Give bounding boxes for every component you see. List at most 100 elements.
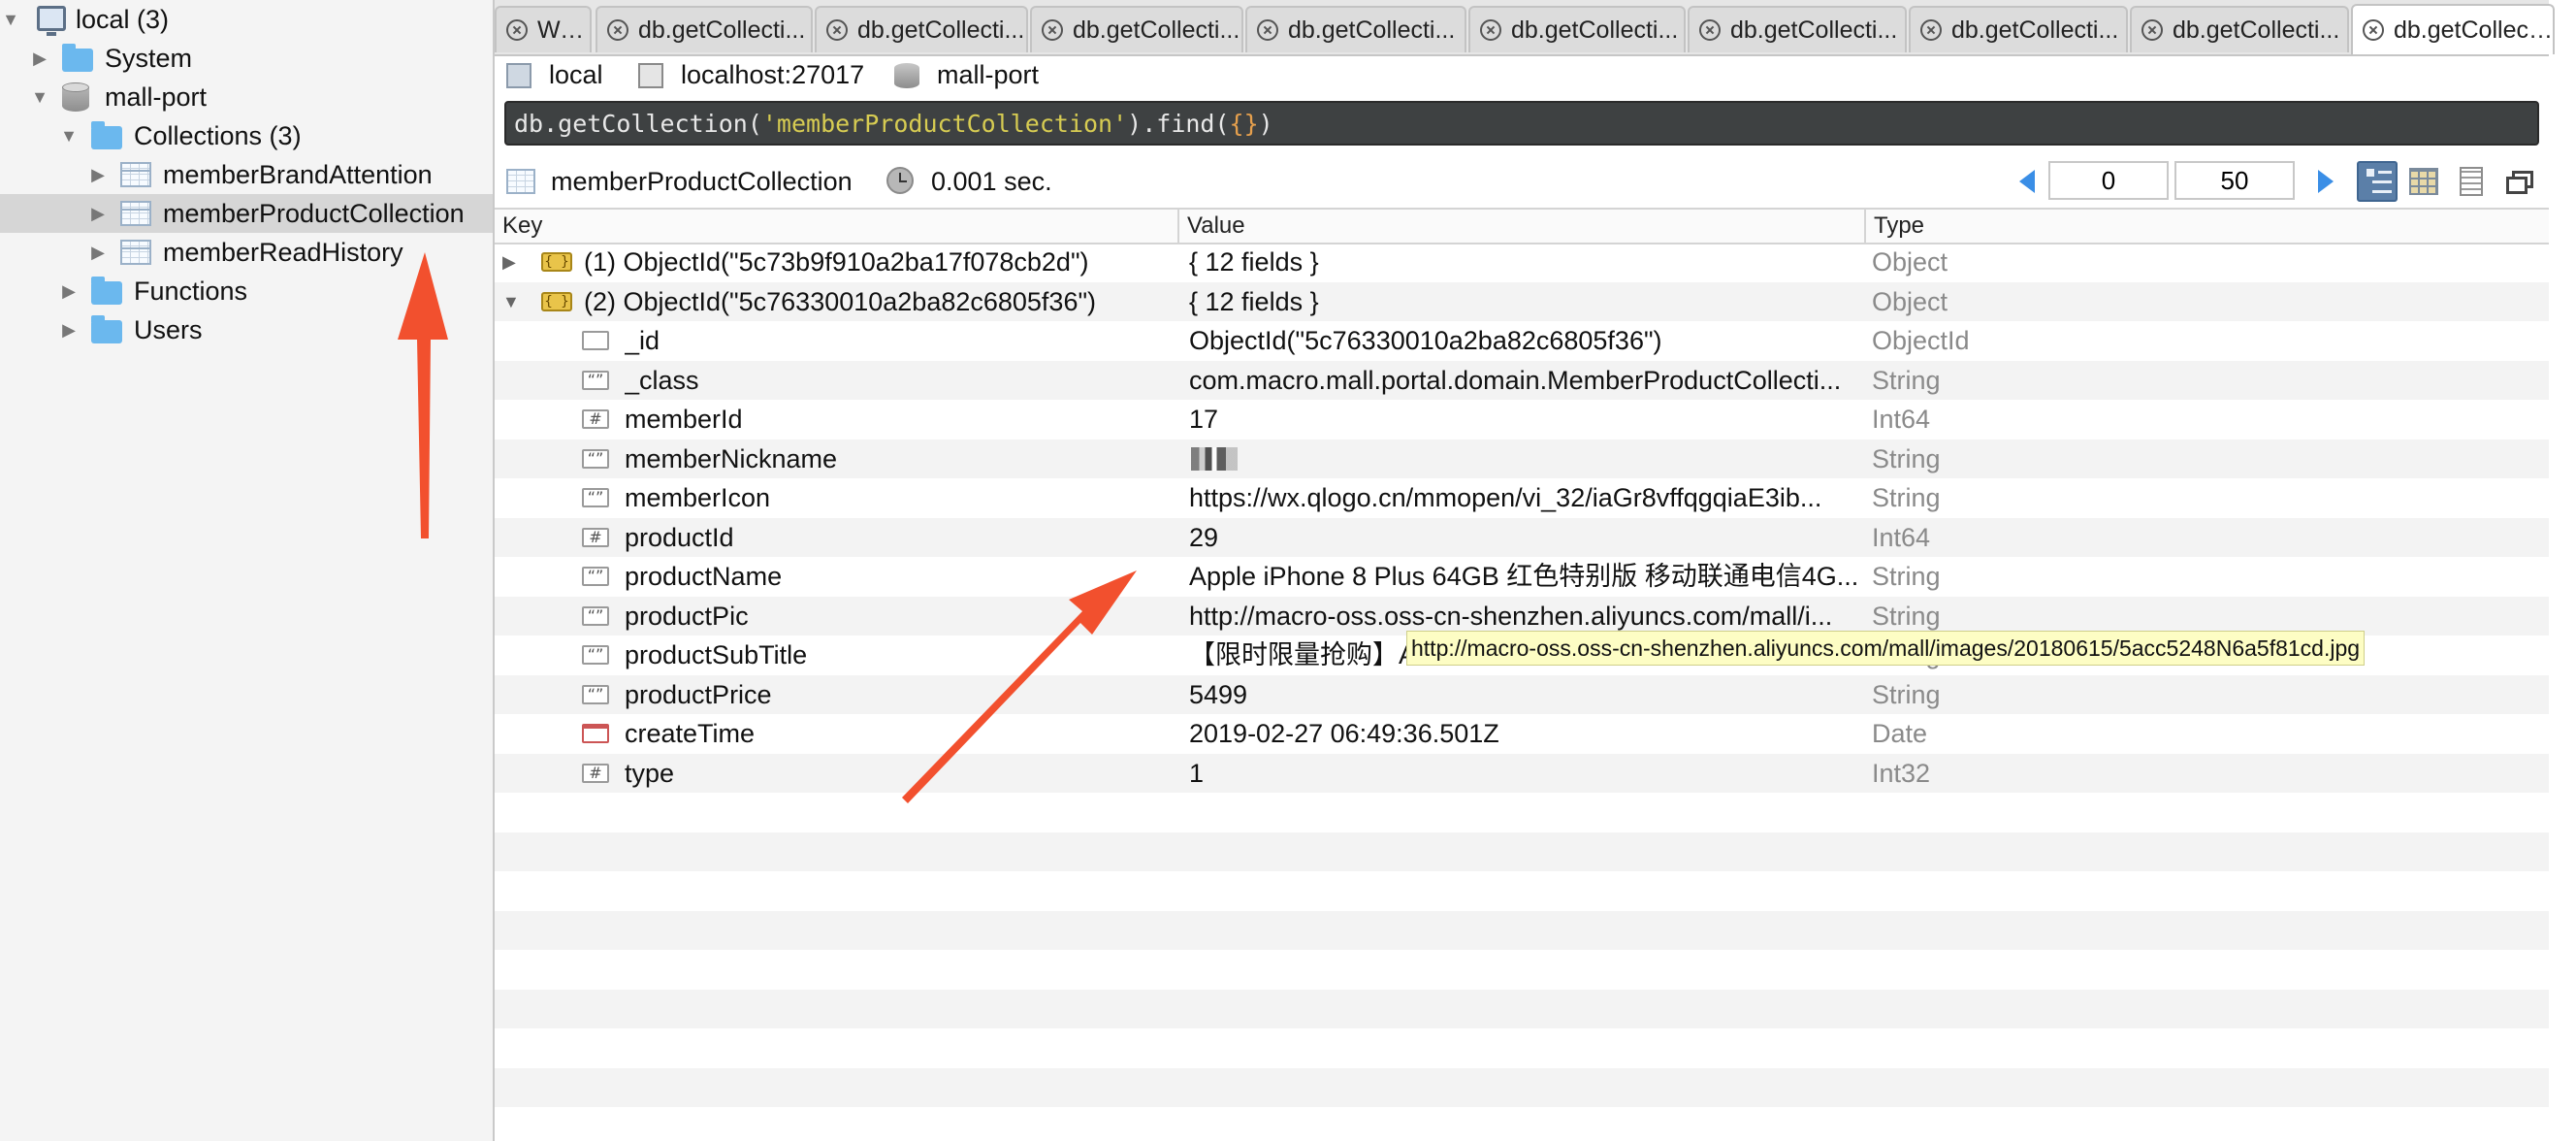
tab-query[interactable]: db.getCollecti...	[596, 6, 813, 52]
tab-query[interactable]: db.getCollecti...	[1909, 6, 2128, 52]
tab-welcome[interactable]: Wel...	[495, 6, 592, 52]
disclosure-closed-icon[interactable]: ▶	[89, 243, 107, 262]
type-cell: String	[1872, 443, 1941, 473]
tree-item-label: local (3)	[76, 4, 170, 34]
skip-input[interactable]	[2048, 161, 2169, 200]
tree-item-collections[interactable]: ▼ Collections (3)	[0, 116, 493, 155]
close-icon[interactable]	[2363, 19, 2384, 41]
close-icon[interactable]	[607, 19, 628, 41]
previous-page-icon[interactable]	[2019, 170, 2035, 193]
table-row[interactable]: _id ObjectId("5c76330010a2ba82c6805f36") O…	[495, 321, 2549, 360]
collection-icon	[120, 162, 151, 187]
value-cell[interactable]: { 12 fields }	[1189, 282, 1860, 321]
computer-icon	[37, 6, 66, 36]
close-icon[interactable]	[506, 19, 528, 41]
tab-label: db.getCollecti...	[857, 16, 1025, 44]
database-name: mall-port	[894, 60, 1039, 90]
type-cell: String	[1872, 562, 1941, 591]
tab-query[interactable]: db.getCollecti...	[2130, 6, 2349, 52]
disclosure-closed-icon[interactable]: ▶	[60, 320, 78, 340]
close-icon[interactable]	[1480, 19, 1501, 41]
tree-item-functions[interactable]: ▶ Functions	[0, 272, 493, 310]
table-row[interactable]: # productId 29 Int64	[495, 517, 2549, 557]
tree-item-memberbrandattention[interactable]: ▶ memberBrandAttention	[0, 155, 493, 194]
limit-input[interactable]	[2174, 161, 2295, 200]
value-cell[interactable]: Apple iPhone 8 Plus 64GB 红色特别版 移动联通电信4G.…	[1189, 557, 1860, 596]
tab-label: db.getCollecti...	[1951, 16, 2119, 44]
tab-query-active[interactable]: db.getCollecti...	[2351, 4, 2555, 54]
table-row[interactable]: # memberId 17 Int64	[495, 400, 2549, 439]
query-editor[interactable]: db.getCollection('memberProductCollectio…	[504, 101, 2539, 146]
disclosure-closed-icon[interactable]: ▶	[89, 204, 107, 223]
table-row[interactable]: “” productPrice 5499 String	[495, 674, 2549, 714]
string-icon: “”	[582, 605, 609, 626]
tree-item-memberreadhistory[interactable]: ▶ memberReadHistory	[0, 233, 493, 272]
tab-label: db.getCollecti...	[1288, 16, 1456, 44]
tree-view-button[interactable]	[2357, 161, 2398, 202]
table-row[interactable]: “” productPic http://macro-oss.oss-cn-shen…	[495, 596, 2549, 636]
disclosure-closed-icon[interactable]: ▶	[60, 281, 78, 301]
close-icon[interactable]	[1699, 19, 1721, 41]
tab-query[interactable]: db.getCollecti...	[815, 6, 1028, 52]
sidebar-tree: ▼ local (3) ▶ System ▼ mall-port ▼ Colle…	[0, 0, 495, 1141]
result-collection-name: memberProductCollection	[551, 167, 853, 196]
tab-query[interactable]: db.getCollecti...	[1468, 6, 1686, 52]
tree-item-users[interactable]: ▶ Users	[0, 310, 493, 349]
disclosure-open-icon[interactable]: ▼	[2, 10, 19, 29]
table-row[interactable]: # type 1 Int32	[495, 753, 2549, 793]
value-cell[interactable]: 2019-02-27 06:49:36.501Z	[1189, 714, 1860, 753]
folder-icon	[91, 277, 122, 305]
date-icon	[582, 724, 609, 743]
close-icon[interactable]	[1920, 19, 1942, 41]
close-icon[interactable]	[1257, 19, 1278, 41]
disclosure-open-icon[interactable]: ▼	[502, 282, 520, 321]
disclosure-open-icon[interactable]: ▼	[31, 87, 48, 107]
key-cell: productSubTitle	[625, 640, 808, 669]
tab-query[interactable]: db.getCollecti...	[1030, 6, 1243, 52]
table-row[interactable]: ▼ { } (2) ObjectId("5c76330010a2ba82c6805f…	[495, 281, 2549, 321]
grid-body: ▶ { } (1) ObjectId("5c73b9f910a2ba17f078cb…	[495, 243, 2549, 1141]
tree-item-local[interactable]: ▼ local (3)	[0, 0, 493, 39]
value-cell[interactable]: 29	[1189, 518, 1860, 557]
object-icon: { }	[541, 291, 572, 311]
tree-item-memberproductcollection[interactable]: ▶ memberProductCollection	[0, 194, 493, 233]
column-header-key[interactable]: Key	[495, 210, 1179, 243]
table-row[interactable]: “” memberNickname String	[495, 439, 2549, 478]
table-row[interactable]: ▶ { } (1) ObjectId("5c73b9f910a2ba17f078cb…	[495, 243, 2549, 281]
value-cell[interactable]: com.macro.mall.portal.domain.MemberProdu…	[1189, 361, 1860, 400]
empty-row	[495, 831, 2549, 871]
value-cell[interactable]: 17	[1189, 400, 1860, 439]
tree-item-mall-port[interactable]: ▼ mall-port	[0, 78, 493, 116]
column-header-type[interactable]: Type	[1866, 210, 2549, 243]
value-cell[interactable]: 1	[1189, 754, 1860, 793]
tree-item-system[interactable]: ▶ System	[0, 39, 493, 78]
value-cell[interactable]: ObjectId("5c76330010a2ba82c6805f36")	[1189, 321, 1860, 360]
value-cell[interactable]: https://wx.qlogo.cn/mmopen/vi_32/iaGr8vf…	[1189, 478, 1860, 517]
table-view-button[interactable]	[2403, 161, 2444, 202]
disclosure-closed-icon[interactable]: ▶	[89, 165, 107, 184]
folder-icon	[91, 315, 122, 343]
table-row[interactable]: “” memberIcon https://wx.qlogo.cn/mmopen/v…	[495, 478, 2549, 517]
text-view-button[interactable]	[2450, 161, 2491, 202]
value-cell[interactable]: 5499	[1189, 675, 1860, 714]
next-page-icon[interactable]	[2318, 170, 2334, 193]
disclosure-open-icon[interactable]: ▼	[60, 126, 78, 146]
maximize-button[interactable]	[2500, 161, 2541, 202]
folder-icon	[91, 121, 122, 149]
value-cell[interactable]: { 12 fields }	[1189, 243, 1860, 281]
type-cell: ObjectId	[1872, 326, 1970, 355]
tab-query[interactable]: db.getCollecti...	[1245, 6, 1466, 52]
table-row[interactable]: createTime 2019-02-27 06:49:36.501Z Date	[495, 714, 2549, 753]
close-icon[interactable]	[1042, 19, 1063, 41]
disclosure-closed-icon[interactable]: ▶	[502, 243, 516, 281]
tab-query[interactable]: db.getCollecti...	[1688, 6, 1907, 52]
value-cell[interactable]: http://macro-oss.oss-cn-shenzhen.aliyunc…	[1189, 597, 1860, 636]
close-icon[interactable]	[826, 19, 848, 41]
table-row[interactable]: “” _class com.macro.mall.portal.domain.Mem…	[495, 360, 2549, 400]
value-cell[interactable]	[1189, 440, 1860, 478]
column-header-value[interactable]: Value	[1179, 210, 1866, 243]
disclosure-closed-icon[interactable]: ▶	[31, 49, 48, 68]
close-icon[interactable]	[2141, 19, 2163, 41]
empty-row	[495, 1028, 2549, 1067]
table-row[interactable]: “” productName Apple iPhone 8 Plus 64GB 红色…	[495, 557, 2549, 596]
